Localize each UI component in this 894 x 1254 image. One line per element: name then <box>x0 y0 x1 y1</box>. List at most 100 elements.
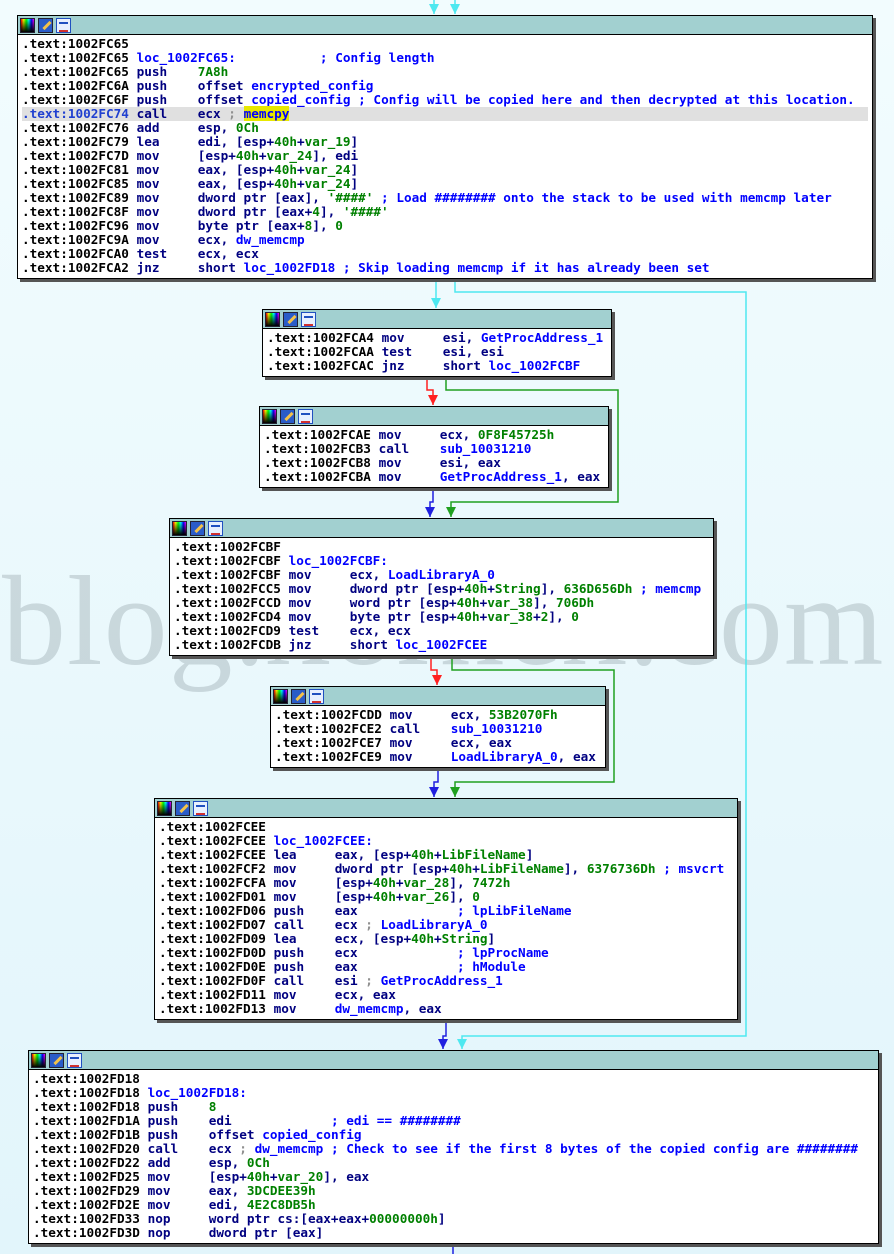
code-line[interactable]: .text:1002FCA4 mov esi, GetProcAddress_1 <box>267 331 607 345</box>
graph-icon[interactable] <box>301 311 316 327</box>
color-palette-icon[interactable] <box>265 311 280 327</box>
color-palette-icon[interactable] <box>273 688 288 704</box>
symbol-name[interactable]: sub_10031210 <box>440 441 532 456</box>
code-line[interactable]: .text:1002FCDD mov ecx, 53B2070Fh <box>275 708 601 722</box>
code-line[interactable]: .text:1002FC6F push offset copied_config… <box>22 93 868 107</box>
code-line[interactable]: .text:1002FC9A mov ecx, dw_memcmp <box>22 233 868 247</box>
symbol-name[interactable]: dw_memcmp <box>236 232 305 247</box>
code-line[interactable]: .text:1002FD25 mov [esp+40h+var_20], eax <box>33 1170 874 1184</box>
code-line[interactable]: .text:1002FC65 <box>22 37 868 51</box>
code-block-4[interactable]: .text:1002FCBF .text:1002FCBF loc_1002FCB… <box>169 518 714 656</box>
code-line[interactable]: .text:1002FD33 nop word ptr cs:[eax+eax+… <box>33 1212 874 1226</box>
code-line[interactable]: .text:1002FCD4 mov byte ptr [esp+40h +var… <box>174 610 709 624</box>
symbol-name[interactable]: GetProcAddress_1 <box>381 973 503 988</box>
symbol-name[interactable]: loc_1002FD18 <box>244 260 336 275</box>
code-block-3[interactable]: .text:1002FCAE mov ecx, 0F8F45725h .text:… <box>259 406 609 488</box>
symbol-name[interactable]: sub_10031210 <box>451 721 543 736</box>
graph-icon[interactable] <box>193 800 208 816</box>
graph-icon[interactable] <box>298 408 313 424</box>
code-line[interactable]: .text:1002FC89 mov dword ptr [eax], '###… <box>22 191 868 205</box>
code-block-2[interactable]: .text:1002FCA4 mov esi, GetProcAddress_1… <box>262 309 612 377</box>
code-line[interactable]: .text:1002FCAA test esi, esi <box>267 345 607 359</box>
code-line[interactable]: .text:1002FD0E push eax ; hModule <box>159 960 733 974</box>
code-line[interactable]: .text:1002FD11 mov ecx, eax <box>159 988 733 1002</box>
symbol-name[interactable]: loc_1002FC65: <box>137 50 236 65</box>
symbol-name[interactable]: dw_memcmp <box>255 1141 324 1156</box>
edit-icon[interactable] <box>38 17 53 33</box>
symbol-name[interactable]: loc_1002FCBF: <box>289 553 388 568</box>
code-line[interactable]: .text:1002FD0F call esi ; GetProcAddress… <box>159 974 733 988</box>
code-line[interactable]: .text:1002FC76 add esp, 0Ch <box>22 121 868 135</box>
code-line[interactable]: .text:1002FCEE <box>159 820 733 834</box>
symbol-name[interactable]: copied_config <box>251 92 350 107</box>
code-line[interactable]: .text:1002FD1B push offset copied_config <box>33 1128 874 1142</box>
symbol-name[interactable]: loc_1002FCEE <box>396 637 488 652</box>
color-palette-icon[interactable] <box>172 520 187 536</box>
code-line[interactable]: .text:1002FD20 call ecx ; dw_memcmp ; Ch… <box>33 1142 874 1156</box>
code-line[interactable]: .text:1002FD3D nop dword ptr [eax] <box>33 1226 874 1240</box>
code-line[interactable]: .text:1002FCBF loc_1002FCBF: <box>174 554 709 568</box>
code-line[interactable]: .text:1002FD18 loc_1002FD18: <box>33 1086 874 1100</box>
edit-icon[interactable] <box>49 1052 64 1068</box>
symbol-name[interactable]: encrypted_config <box>251 78 373 93</box>
code-line[interactable]: .text:1002FC74 call ecx ; memcpy <box>22 106 868 121</box>
code-line[interactable]: .text:1002FC65 loc_1002FC65: ; Config le… <box>22 51 868 65</box>
symbol-name[interactable]: LoadLibraryA_0 <box>451 749 558 764</box>
code-line[interactable]: .text:1002FCE9 mov LoadLibraryA_0, eax <box>275 750 601 764</box>
code-line[interactable]: .text:1002FC81 mov eax, [esp+40h+var_24] <box>22 163 868 177</box>
edit-icon[interactable] <box>175 800 190 816</box>
symbol-name[interactable]: loc_1002FCBF <box>489 358 581 373</box>
graph-icon[interactable] <box>309 688 324 704</box>
code-block-1[interactable]: .text:1002FC65 .text:1002FC65 loc_1002FC6… <box>17 15 873 279</box>
symbol-name[interactable]: LoadLibraryA_0 <box>381 917 488 932</box>
edit-icon[interactable] <box>280 408 295 424</box>
code-line[interactable]: .text:1002FCBF mov ecx, LoadLibraryA_0 <box>174 568 709 582</box>
code-line[interactable]: .text:1002FCE7 mov ecx, eax <box>275 736 601 750</box>
edit-icon[interactable] <box>291 688 306 704</box>
code-line[interactable]: .text:1002FCC5 mov dword ptr [esp+40h+St… <box>174 582 709 596</box>
code-line[interactable]: .text:1002FD18 <box>33 1072 874 1086</box>
graph-icon[interactable] <box>208 520 223 536</box>
symbol-name[interactable]: copied_config <box>262 1127 361 1142</box>
code-line[interactable]: .text:1002FCB3 call sub_10031210 <box>264 442 604 456</box>
code-line[interactable]: .text:1002FCBF <box>174 540 709 554</box>
code-line[interactable]: .text:1002FD29 mov eax, 3DCDEE39h <box>33 1184 874 1198</box>
code-line[interactable]: .text:1002FD09 lea ecx, [esp+40h+String] <box>159 932 733 946</box>
color-palette-icon[interactable] <box>20 17 35 33</box>
code-line[interactable]: .text:1002FCA2 jnz short loc_1002FD18 ; … <box>22 261 868 275</box>
code-line[interactable]: .text:1002FC96 mov byte ptr [eax+8], 0 <box>22 219 868 233</box>
code-line[interactable]: .text:1002FC85 mov eax, [esp+40h+var_24] <box>22 177 868 191</box>
symbol-name[interactable]: GetProcAddress_1 <box>481 330 603 345</box>
code-line[interactable]: .text:1002FCBA mov GetProcAddress_1, eax <box>264 470 604 484</box>
color-palette-icon[interactable] <box>31 1052 46 1068</box>
code-line[interactable]: .text:1002FD22 add esp, 0Ch <box>33 1156 874 1170</box>
code-line[interactable]: .text:1002FC65 push 7A8h <box>22 65 868 79</box>
code-line[interactable]: .text:1002FD01 mov [esp+40h+var_26], 0 <box>159 890 733 904</box>
code-line[interactable]: .text:1002FD0D push ecx ; lpProcName <box>159 946 733 960</box>
code-line[interactable]: .text:1002FCD9 test ecx, ecx <box>174 624 709 638</box>
code-line[interactable]: .text:1002FCF2 mov dword ptr [esp+40h+Li… <box>159 862 733 876</box>
symbol-name[interactable]: loc_1002FD18: <box>148 1085 247 1100</box>
code-line[interactable]: .text:1002FCDB jnz short loc_1002FCEE <box>174 638 709 652</box>
code-line[interactable]: .text:1002FCEE loc_1002FCEE: <box>159 834 733 848</box>
code-line[interactable]: .text:1002FCA0 test ecx, ecx <box>22 247 868 261</box>
code-block-7[interactable]: .text:1002FD18 .text:1002FD18 loc_1002FD1… <box>28 1050 879 1244</box>
symbol-name[interactable]: loc_1002FCEE: <box>274 833 373 848</box>
code-line[interactable]: .text:1002FCCD mov word ptr [esp+40h+var… <box>174 596 709 610</box>
code-line[interactable]: .text:1002FD06 push eax ; lpLibFileName <box>159 904 733 918</box>
edit-icon[interactable] <box>190 520 205 536</box>
code-line[interactable]: .text:1002FD2E mov edi, 4E2C8DB5h <box>33 1198 874 1212</box>
code-line[interactable]: .text:1002FC8F mov dword ptr [eax+4], '#… <box>22 205 868 219</box>
code-line[interactable]: .text:1002FC7D mov [esp+40h+var_24], edi <box>22 149 868 163</box>
code-line[interactable]: .text:1002FD07 call ecx ; LoadLibraryA_0 <box>159 918 733 932</box>
code-line[interactable]: .text:1002FD18 push 8 <box>33 1100 874 1114</box>
code-line[interactable]: .text:1002FCAE mov ecx, 0F8F45725h <box>264 428 604 442</box>
code-line[interactable]: .text:1002FC79 lea edi, [esp+40h+var_19] <box>22 135 868 149</box>
color-palette-icon[interactable] <box>157 800 172 816</box>
color-palette-icon[interactable] <box>262 408 277 424</box>
edit-icon[interactable] <box>283 311 298 327</box>
code-line[interactable]: .text:1002FCB8 mov esi, eax <box>264 456 604 470</box>
code-line[interactable]: .text:1002FCE2 call sub_10031210 <box>275 722 601 736</box>
symbol-name[interactable]: GetProcAddress_1 <box>440 469 562 484</box>
code-line[interactable]: .text:1002FD1A push edi ; edi == #######… <box>33 1114 874 1128</box>
